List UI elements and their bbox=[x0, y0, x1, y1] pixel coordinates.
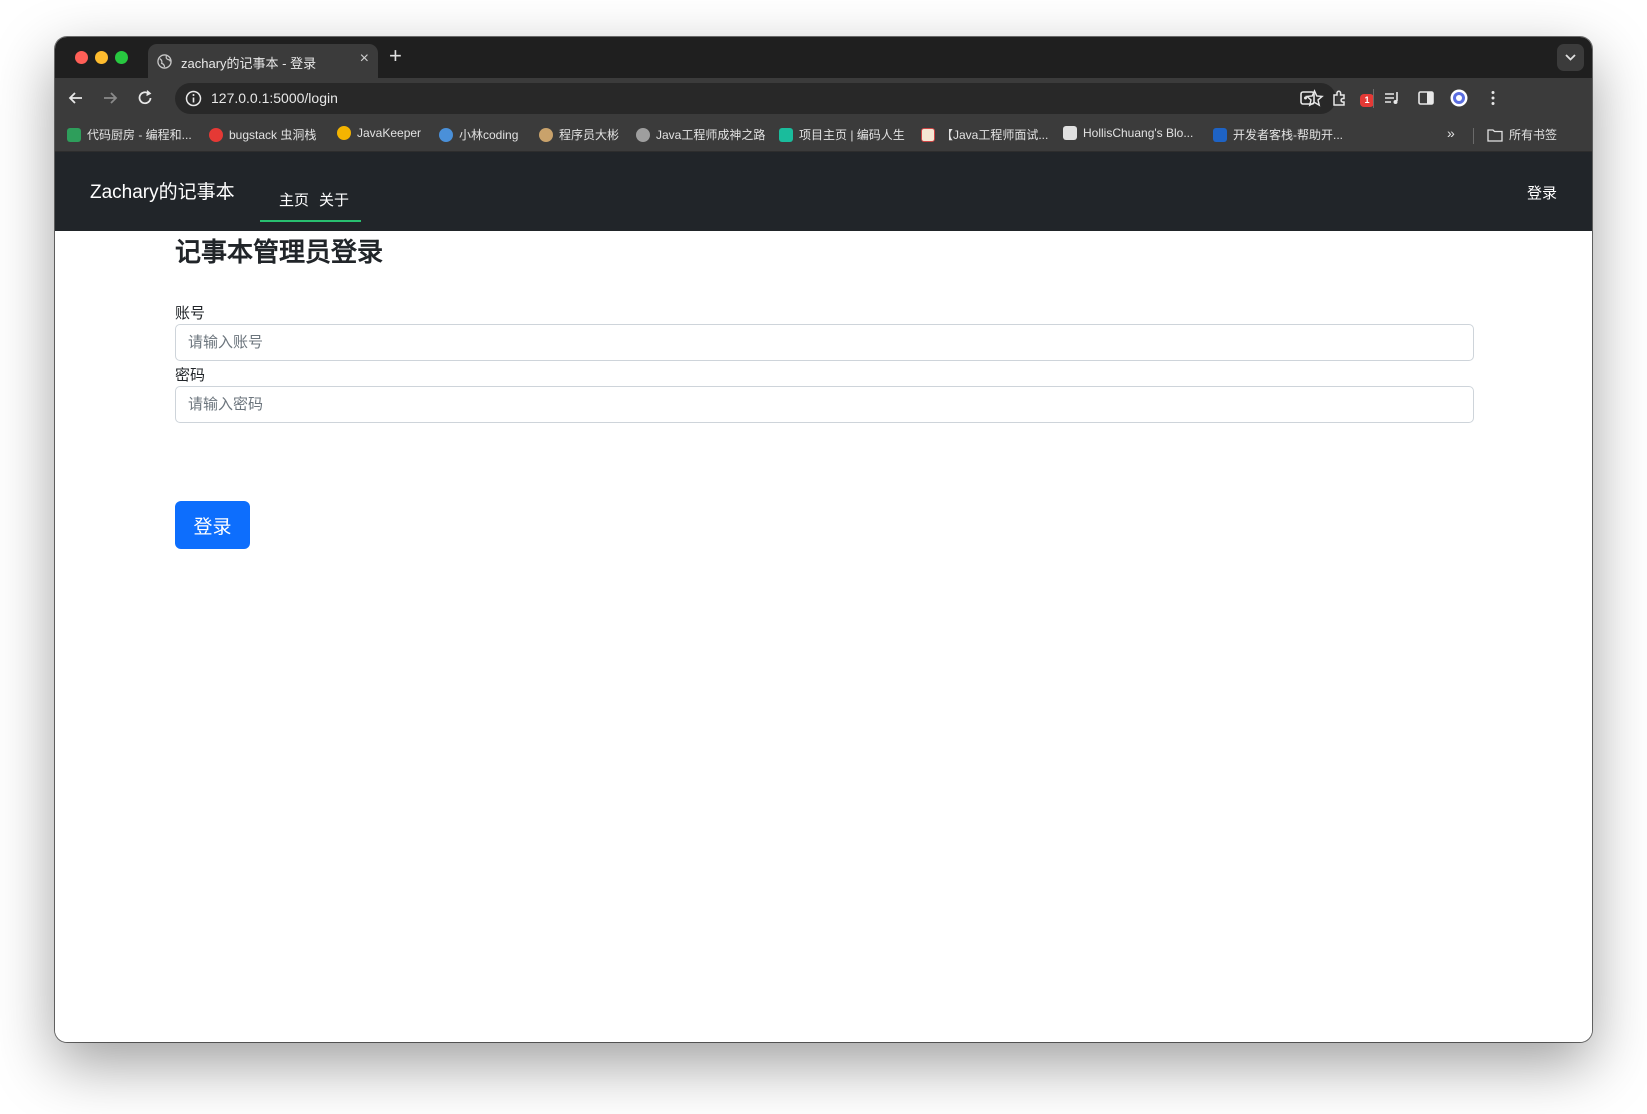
nav-link-about[interactable]: 关于 bbox=[319, 189, 349, 210]
more-bookmarks-chevron-icon[interactable]: » bbox=[1447, 125, 1455, 141]
extension-badge: 1 bbox=[1360, 94, 1374, 107]
bookmark-favicon-icon bbox=[1063, 126, 1077, 140]
browser-tab-active[interactable]: zachary的记事本 - 登录 × bbox=[148, 44, 378, 78]
bookmark-item[interactable]: Java工程师成神之路 bbox=[636, 126, 765, 143]
more-menu-icon[interactable] bbox=[1483, 88, 1503, 108]
address-bar[interactable]: 127.0.0.1:5000/login bbox=[175, 83, 1336, 114]
puzzle-extensions-icon[interactable] bbox=[1330, 88, 1350, 108]
title-bar: zachary的记事本 - 登录 × + bbox=[55, 37, 1592, 78]
bookmark-favicon-icon bbox=[337, 126, 351, 140]
side-panel-icon[interactable] bbox=[1416, 88, 1436, 108]
bookmark-favicon-icon bbox=[779, 127, 793, 142]
site-brand[interactable]: Zachary的记事本 bbox=[90, 177, 235, 204]
maximize-window-button[interactable] bbox=[115, 51, 128, 64]
bookmark-item[interactable]: 程序员大彬 bbox=[539, 126, 619, 143]
minimize-window-button[interactable] bbox=[95, 51, 108, 64]
new-tab-button[interactable]: + bbox=[389, 43, 402, 69]
password-label: 密码 bbox=[175, 367, 206, 384]
all-bookmarks-button[interactable]: 所有书签 bbox=[1487, 126, 1557, 143]
bookmark-item[interactable]: 开发者客栈-帮助开... bbox=[1213, 126, 1343, 143]
bookmark-favicon-icon bbox=[921, 127, 935, 142]
bookmark-favicon-icon bbox=[636, 127, 650, 142]
back-arrow-icon[interactable] bbox=[66, 88, 86, 108]
all-bookmarks-label: 所有书签 bbox=[1509, 128, 1558, 142]
tab-title: zachary的记事本 - 登录 bbox=[181, 56, 317, 71]
site-info-icon[interactable] bbox=[185, 90, 202, 107]
toolbar-separator bbox=[1373, 89, 1374, 108]
forward-arrow-icon[interactable] bbox=[100, 88, 120, 108]
bookmark-item[interactable]: bugstack 虫洞栈 bbox=[209, 126, 316, 143]
bookmark-favicon-icon bbox=[439, 127, 453, 142]
chevron-down-icon bbox=[1565, 54, 1576, 61]
tab-search-button[interactable] bbox=[1557, 44, 1584, 71]
bookmark-favicon-icon bbox=[209, 127, 223, 142]
browser-window: zachary的记事本 - 登录 × + 127.0.0.1:5000/logi… bbox=[55, 37, 1592, 1042]
page-title: 记事本管理员登录 bbox=[175, 237, 384, 267]
nav-link-home[interactable]: 主页 bbox=[279, 189, 309, 210]
close-window-button[interactable] bbox=[75, 51, 88, 64]
reload-icon[interactable] bbox=[135, 88, 155, 108]
globe-icon bbox=[157, 54, 172, 69]
bookmark-favicon-icon bbox=[1213, 127, 1227, 142]
bookmark-item[interactable]: 代码厨房 - 编程和... bbox=[67, 126, 192, 143]
bookmark-item[interactable]: 【Java工程师面试... bbox=[921, 126, 1048, 143]
bookmark-item[interactable]: JavaKeeper bbox=[337, 126, 421, 140]
media-control-icon[interactable] bbox=[1382, 88, 1402, 108]
site-navbar: Zachary的记事本 主页 关于 登录 bbox=[55, 152, 1592, 231]
profile-avatar-icon[interactable] bbox=[1449, 88, 1469, 108]
bookmark-item[interactable]: HollisChuang's Blo... bbox=[1063, 126, 1193, 140]
browser-toolbar: 127.0.0.1:5000/login 1 bbox=[55, 78, 1592, 119]
bookmarks-divider bbox=[1473, 128, 1474, 144]
bookmark-item[interactable]: 项目主页 | 编码人生 bbox=[779, 126, 905, 143]
web-page: Zachary的记事本 主页 关于 登录 记事本管理员登录 账号 密码 登录 bbox=[55, 152, 1592, 1042]
password-input[interactable] bbox=[175, 386, 1474, 423]
extension-icon[interactable] bbox=[1298, 88, 1318, 108]
folder-icon bbox=[1487, 128, 1503, 142]
nav-active-underline bbox=[260, 220, 361, 222]
account-label: 账号 bbox=[175, 305, 206, 322]
tab-close-icon[interactable]: × bbox=[360, 50, 369, 68]
bookmark-favicon-icon bbox=[67, 127, 81, 142]
login-submit-button[interactable]: 登录 bbox=[175, 501, 250, 549]
bookmark-item[interactable]: 小林coding bbox=[439, 126, 518, 143]
bookmarks-bar: 代码厨房 - 编程和... bugstack 虫洞栈 JavaKeeper 小林… bbox=[55, 119, 1592, 152]
bookmark-favicon-icon bbox=[539, 127, 553, 142]
nav-login-link[interactable]: 登录 bbox=[1527, 182, 1557, 203]
account-input[interactable] bbox=[175, 324, 1474, 361]
url-text[interactable]: 127.0.0.1:5000/login bbox=[211, 90, 338, 106]
